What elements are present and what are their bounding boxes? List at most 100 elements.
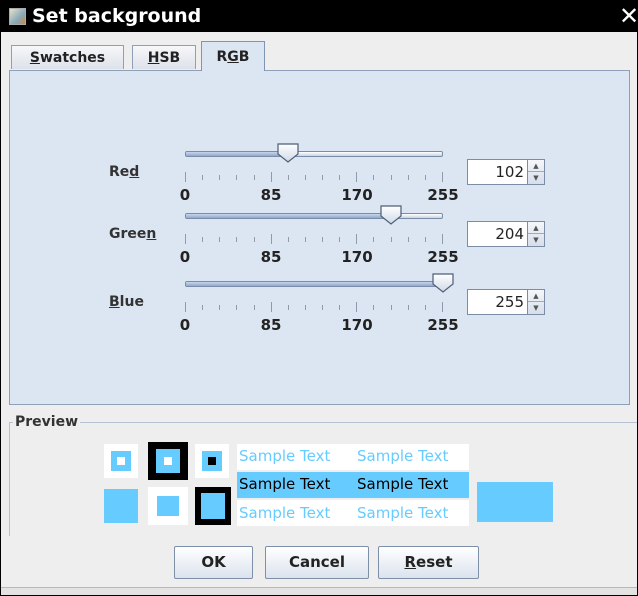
tick-mark	[356, 302, 357, 312]
green-slider-ticks	[185, 234, 443, 244]
tick-label: 85	[260, 248, 282, 266]
preview-title: Preview	[13, 414, 81, 430]
red-slider-track[interactable]	[185, 151, 443, 157]
red-value[interactable]: 102	[495, 163, 524, 181]
tick-mark	[408, 237, 409, 242]
spinner-up-icon[interactable]: ▲	[528, 222, 544, 234]
spinner-buttons: ▲ ▼	[527, 290, 544, 314]
tick-mark	[271, 234, 272, 244]
tick-label: 85	[260, 186, 282, 204]
blue-slider-fill	[186, 282, 442, 286]
sample-text: Sample Text	[357, 504, 449, 522]
swatch-color-square	[157, 496, 179, 516]
tick-mark	[322, 175, 323, 180]
tick-label: 170	[341, 186, 373, 204]
tick-mark	[202, 237, 203, 242]
tick-mark	[425, 237, 426, 242]
green-spinner[interactable]: 204 ▲ ▼	[467, 221, 545, 247]
tick-mark	[305, 175, 306, 180]
blue-label: Blue	[109, 294, 144, 310]
tick-mark	[339, 237, 340, 242]
tick-mark	[219, 175, 220, 180]
status-strip	[1, 587, 637, 595]
reset-button[interactable]: Reset	[378, 546, 479, 579]
ok-button[interactable]: OK	[174, 546, 253, 579]
sample-text: Sample Text	[357, 475, 449, 493]
green-value[interactable]: 204	[495, 225, 524, 243]
tick-mark	[373, 237, 374, 242]
tick-mark	[356, 172, 357, 182]
tick-mark	[202, 175, 203, 180]
swatch-color-square	[202, 451, 222, 471]
tick-mark	[236, 175, 237, 180]
sample-text: Sample Text	[239, 447, 331, 465]
red-slider-fill	[186, 152, 289, 156]
tick-mark	[322, 237, 323, 242]
tick-mark	[305, 237, 306, 242]
tick-mark	[339, 305, 340, 310]
tick-mark	[425, 305, 426, 310]
tick-mark	[254, 175, 255, 180]
tick-mark	[373, 305, 374, 310]
blue-slider-track[interactable]	[185, 281, 443, 287]
tick-mark	[305, 305, 306, 310]
swatch-black-box	[195, 487, 231, 525]
tick-mark	[288, 305, 289, 310]
tick-mark	[202, 305, 203, 310]
close-icon[interactable]: ✕	[619, 2, 637, 30]
sample-row-white: Sample Text Sample Text	[237, 500, 469, 526]
spinner-up-icon[interactable]: ▲	[528, 160, 544, 172]
dialog-window: Set background ✕ Swatches HSB RGB Red 0 85…	[0, 0, 638, 596]
spinner-down-icon[interactable]: ▼	[528, 302, 544, 314]
green-slider-fill	[186, 214, 391, 218]
swatch-inner-white	[164, 457, 172, 465]
tick-mark	[254, 305, 255, 310]
tick-mark	[442, 234, 443, 244]
tick-mark	[288, 175, 289, 180]
swatch-color-square	[201, 493, 225, 519]
tick-mark	[391, 175, 392, 180]
title-bar[interactable]: Set background ✕	[1, 1, 637, 32]
sample-row-color: Sample Text Sample Text	[237, 472, 469, 498]
swatch-white-box	[104, 444, 138, 478]
blue-spinner[interactable]: 255 ▲ ▼	[467, 289, 545, 315]
tick-label: 0	[179, 186, 191, 204]
tick-label: 170	[341, 248, 373, 266]
tick-mark	[254, 237, 255, 242]
spinner-buttons: ▲ ▼	[527, 222, 544, 246]
red-spinner[interactable]: 102 ▲ ▼	[467, 159, 545, 185]
rgb-panel: Red 0 85 170 255 102 ▲ ▼ Green 0 85 170 255 204 ▲ ▼ Blue…	[9, 70, 630, 405]
tab-swatches[interactable]: Swatches	[11, 45, 124, 69]
swatch-white-box	[148, 487, 188, 525]
blue-value[interactable]: 255	[495, 293, 524, 311]
sample-row-white: Sample Text Sample Text	[237, 444, 469, 470]
sample-text: Sample Text	[239, 475, 331, 493]
tab-rgb[interactable]: RGB	[201, 41, 265, 71]
tick-mark	[373, 175, 374, 180]
swatch-color-square	[156, 449, 180, 473]
tick-label: 255	[427, 186, 459, 204]
tick-mark	[236, 237, 237, 242]
red-slider-ticks	[185, 172, 443, 182]
green-slider-thumb[interactable]	[380, 205, 402, 225]
tick-mark	[391, 305, 392, 310]
green-label: Green	[109, 226, 157, 242]
spinner-down-icon[interactable]: ▼	[528, 234, 544, 246]
green-slider-track[interactable]	[185, 213, 443, 219]
spinner-buttons: ▲ ▼	[527, 160, 544, 184]
tab-hsb[interactable]: HSB	[132, 45, 196, 69]
blue-slider-ticks	[185, 302, 443, 312]
sample-text: Sample Text	[357, 447, 449, 465]
sample-text: Sample Text	[239, 504, 331, 522]
red-slider-thumb[interactable]	[277, 143, 299, 163]
spinner-up-icon[interactable]: ▲	[528, 290, 544, 302]
tick-mark	[322, 305, 323, 310]
swatch-color-square	[111, 451, 131, 471]
swatch-inner-black	[208, 457, 216, 465]
cancel-button[interactable]: Cancel	[265, 546, 369, 579]
spinner-down-icon[interactable]: ▼	[528, 172, 544, 184]
blue-slider-thumb[interactable]	[432, 273, 454, 293]
tick-mark	[271, 302, 272, 312]
tick-mark	[442, 172, 443, 182]
tick-mark	[391, 237, 392, 242]
